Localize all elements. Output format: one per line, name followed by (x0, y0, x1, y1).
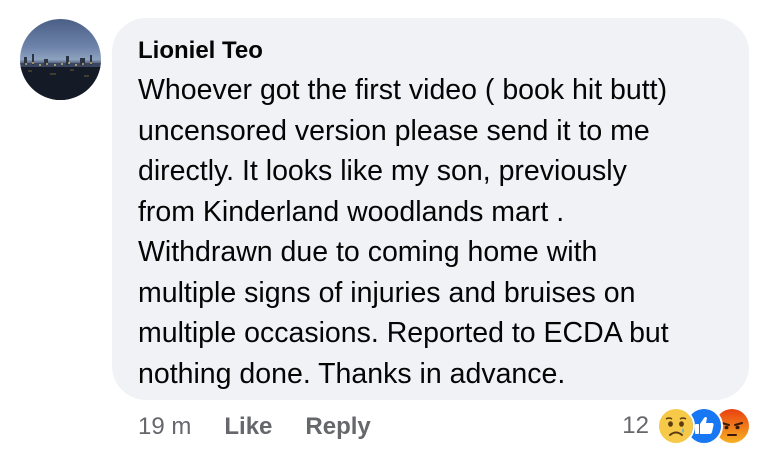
comment-text-line: uncensored version please send it to me (138, 114, 650, 147)
sad-icon (657, 407, 695, 445)
reply-button[interactable]: Reply (305, 413, 370, 441)
reaction-count: 12 (622, 412, 649, 439)
reaction-summary[interactable]: 12 (622, 406, 751, 446)
comment-text: Whoever got the first video ( book hit b… (138, 70, 723, 394)
avatar[interactable] (20, 19, 101, 100)
reaction-icons (657, 407, 751, 445)
city-skyline-photo (20, 54, 101, 100)
comment-timestamp[interactable]: 19 m (138, 413, 191, 441)
comment-text-line: multiple occasions. Reported to ECDA but (138, 317, 669, 349)
comment-text-line: directly. It looks like my son, previous… (138, 155, 627, 187)
comment-text-line: Withdrawn due to coming home with (138, 236, 598, 268)
comment-bubble: Lioniel Teo Whoever got the first video … (112, 18, 749, 400)
comment-text-line: from Kinderland woodlands mart . (138, 195, 565, 228)
comment-text-line: Whoever got the first video ( book hit b… (138, 74, 668, 106)
comment-text-line: nothing done. Thanks in advance. (138, 357, 566, 390)
comment-author[interactable]: Lioniel Teo (138, 36, 723, 66)
comment-actions: 19 m Like Reply (138, 410, 404, 444)
like-button[interactable]: Like (224, 413, 272, 441)
comment-text-line: multiple signs of injuries and bruises o… (138, 276, 636, 309)
